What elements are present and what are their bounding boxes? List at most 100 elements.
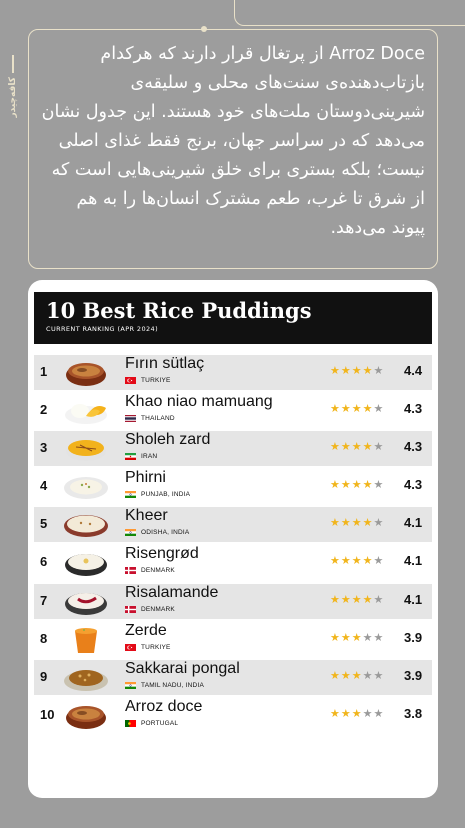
dish-image xyxy=(62,358,110,388)
star-icon: ★ xyxy=(351,630,362,644)
rank-number: 6 xyxy=(40,554,48,570)
star-icon: ★ xyxy=(330,706,340,720)
star-icon: ★ xyxy=(351,706,362,720)
star-icon: ★ xyxy=(362,592,373,606)
dish-name: Sakkarai pongal xyxy=(125,659,240,677)
dish-location: TURKIYE xyxy=(125,377,171,384)
rank-number: 10 xyxy=(40,706,55,722)
rating-score: 4.3 xyxy=(404,477,423,493)
star-icon: ★ xyxy=(351,402,362,416)
location-label: PORTUGAL xyxy=(141,719,179,727)
location-label: DENMARK xyxy=(141,605,175,613)
star-icon: ★ xyxy=(362,630,373,644)
dish-name: Phirni xyxy=(125,469,166,487)
location-label: TAMIL NADU, INDIA xyxy=(141,681,204,689)
dish-location: DENMARK xyxy=(125,605,175,613)
dish-location: DENMARK xyxy=(125,567,175,575)
brand-line xyxy=(12,55,14,73)
star-icon: ★ xyxy=(351,516,362,530)
rating-score: 3.9 xyxy=(404,629,423,645)
star-icon: ★ xyxy=(373,668,384,682)
dish-location: TAMIL NADU, INDIA xyxy=(125,681,204,689)
rank-number: 5 xyxy=(40,516,48,532)
rank-number: 9 xyxy=(40,668,48,684)
ranking-row: 6 Risengrød DENMARK ★ ★ ★ ★ ★ 4.1 xyxy=(34,545,432,581)
star-icon: ★ xyxy=(330,630,340,644)
rank-number: 1 xyxy=(40,364,48,379)
description-text: Arroz Doce از پرتغال قرار دارند که هرکدا… xyxy=(41,44,425,238)
dish-image xyxy=(62,701,110,731)
star-icon: ★ xyxy=(373,364,384,377)
dish-name: Zerde xyxy=(125,621,167,639)
denmark-flag-icon xyxy=(125,567,136,575)
dish-location: ODISHA, INDIA xyxy=(125,529,189,537)
star-icon: ★ xyxy=(330,516,340,530)
rating-score: 3.8 xyxy=(404,705,423,721)
star-icon: ★ xyxy=(362,554,373,568)
dish-name: Kheer xyxy=(125,507,168,525)
rating-score: 4.1 xyxy=(404,591,423,607)
ranking-panel: 10 Best Rice Puddings CURRENT RANKING (A… xyxy=(28,280,438,798)
dish-location: TURKIYE xyxy=(125,643,171,651)
star-rating: ★ ★ ★ ★ ★ xyxy=(330,630,383,644)
star-icon: ★ xyxy=(330,402,340,416)
dish-image xyxy=(62,587,110,617)
ranking-row: 5 Kheer ODISHA, INDIA ★ ★ ★ ★ ★ 4.1 xyxy=(34,507,432,543)
star-icon: ★ xyxy=(373,706,384,720)
rating-score: 4.1 xyxy=(404,553,423,569)
star-icon: ★ xyxy=(340,668,351,682)
star-icon: ★ xyxy=(373,554,384,568)
star-rating: ★ ★ ★ ★ ★ xyxy=(330,668,384,682)
star-icon: ★ xyxy=(362,706,373,720)
india-flag-icon xyxy=(125,681,136,689)
star-icon: ★ xyxy=(330,440,340,454)
ranking-row: 1 Fırın sütlaç TURKIYE ★ ★ ★ ★ ★ 4.4 xyxy=(34,355,432,390)
star-icon: ★ xyxy=(362,516,373,530)
side-brand: کافه‌چیدر xyxy=(3,55,23,165)
ranking-row: 3 Sholeh zard IRAN ★ ★ ★ ★ ★ 4.3 xyxy=(34,431,432,467)
dish-location: IRAN xyxy=(125,453,158,461)
denmark-flag-icon xyxy=(125,605,136,613)
star-icon: ★ xyxy=(330,554,340,568)
star-rating: ★ ★ ★ ★ ★ xyxy=(330,517,383,529)
star-icon: ★ xyxy=(351,478,362,492)
star-icon: ★ xyxy=(340,364,351,377)
star-icon: ★ xyxy=(362,478,373,492)
rating-score: 4.3 xyxy=(404,439,423,455)
rank-number: 7 xyxy=(40,592,48,608)
india-flag-icon xyxy=(125,529,136,537)
iran-flag-icon xyxy=(125,453,136,461)
rank-number: 2 xyxy=(40,402,48,418)
location-label: TURKIYE xyxy=(141,377,171,384)
ranking-row: 4 Phirni PUNJAB, INDIA ★ ★ ★ ★ ★ 4.3 xyxy=(34,469,432,505)
dish-image xyxy=(62,625,110,655)
rating-score: 3.9 xyxy=(404,667,423,683)
star-icon: ★ xyxy=(362,364,373,377)
star-icon: ★ xyxy=(340,440,351,454)
star-icon: ★ xyxy=(362,668,373,682)
dish-name: Risengrød xyxy=(125,545,199,563)
dish-name: Khao niao mamuang xyxy=(125,393,273,411)
dish-image xyxy=(62,663,110,693)
ranking-row: 9 Sakkarai pongal TAMIL NADU, INDIA ★ ★ ★ ★ ★ 3.… xyxy=(34,659,432,695)
location-label: IRAN xyxy=(141,453,158,461)
ranking-row: 7 Risalamande DENMARK ★ ★ ★ ★ ★ 4.1 xyxy=(34,583,432,619)
star-icon: ★ xyxy=(351,364,362,377)
rank-number: 3 xyxy=(40,440,48,456)
location-label: THAILAND xyxy=(141,415,175,423)
location-label: TURKIYE xyxy=(141,643,171,651)
star-icon: ★ xyxy=(340,630,351,644)
star-icon: ★ xyxy=(362,440,373,454)
dish-name: Fırın sütlaç xyxy=(125,355,205,372)
dish-image xyxy=(62,510,110,540)
star-icon: ★ xyxy=(373,478,384,492)
ranking-list: 1 Fırın sütlaç TURKIYE ★ ★ ★ ★ ★ 4.4 2 Khao niao m… xyxy=(34,355,432,736)
star-rating: ★ ★ ★ ★ ★ xyxy=(330,555,383,567)
ranking-header: 10 Best Rice Puddings CURRENT RANKING (A… xyxy=(34,292,432,344)
star-icon: ★ xyxy=(351,440,362,454)
dish-location: PORTUGAL xyxy=(125,719,179,727)
dish-location: THAILAND xyxy=(125,415,175,423)
thailand-flag-icon xyxy=(125,415,136,423)
star-icon: ★ xyxy=(340,402,351,416)
rating-score: 4.3 xyxy=(404,401,423,417)
